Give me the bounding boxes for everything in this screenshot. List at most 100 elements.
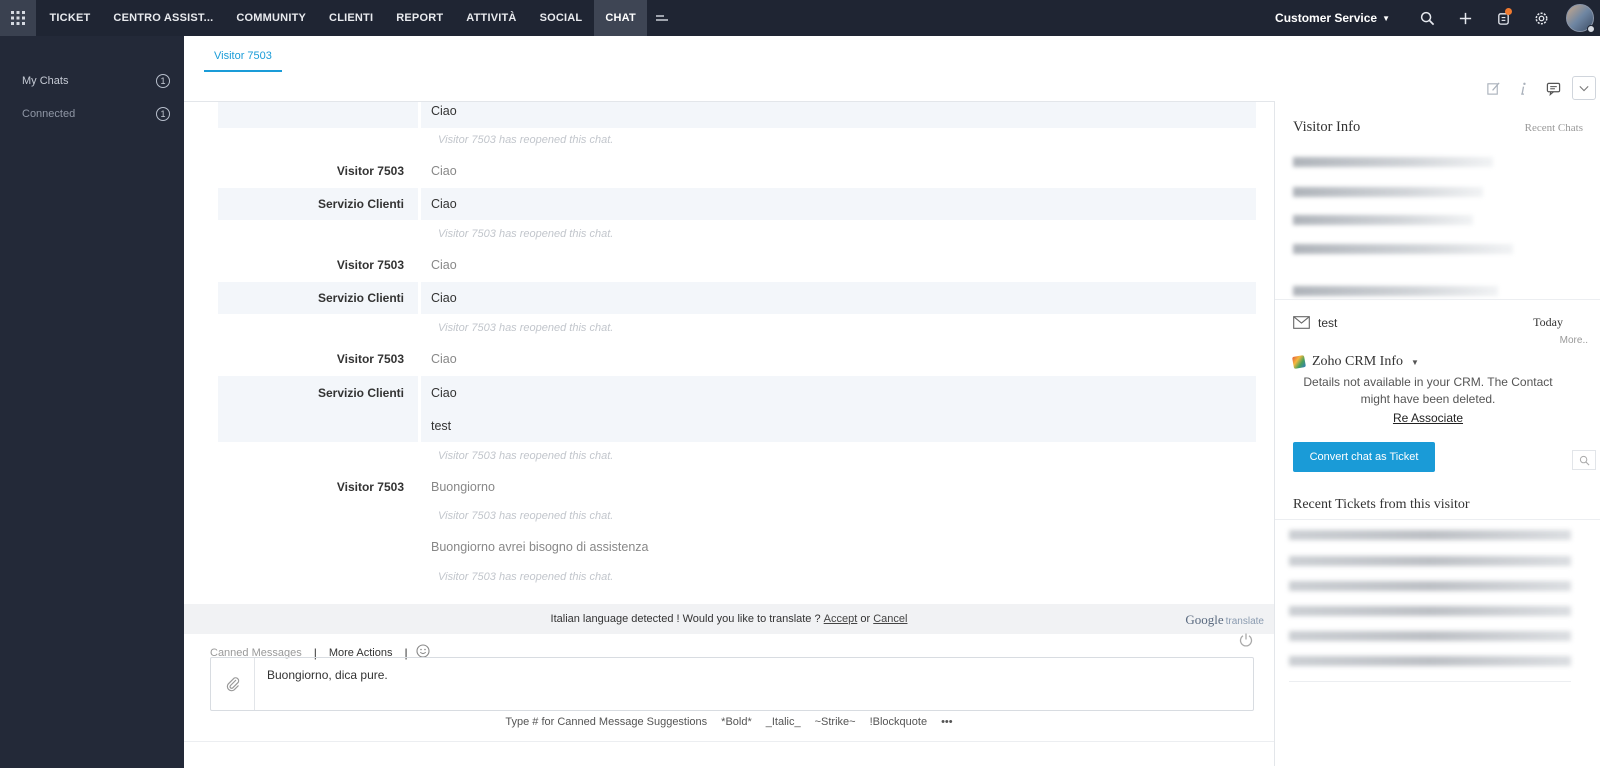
message-text: Ciao (418, 376, 1256, 409)
message-sender: Servizio Clienti (317, 385, 404, 400)
system-notice: Visitor 7503 has reopened this chat. (438, 322, 614, 334)
chat-message-row: Visitor 7503 Buongiorno (218, 472, 1256, 502)
nav-tab-activities[interactable]: ATTIVITÀ (455, 0, 528, 36)
chat-message-row: Visitor 7503 Ciao (218, 250, 1256, 280)
chevron-down-icon[interactable] (1572, 76, 1596, 100)
nav-tab-help-center[interactable]: CENTRO ASSIST... (102, 0, 225, 36)
nav-tab-chat[interactable]: CHAT (593, 0, 648, 36)
system-notice: Visitor 7503 has reopened this chat. (438, 134, 614, 146)
zoho-crm-icon (1292, 355, 1306, 369)
last-email-row[interactable]: test Today (1293, 315, 1563, 330)
convert-to-ticket-button[interactable]: Convert chat as Ticket (1293, 442, 1435, 472)
strike-hint: ~Strike~ (814, 716, 856, 728)
message-text: Ciao (418, 250, 1256, 280)
message-input[interactable]: Buongiorno, dica pure. (255, 658, 400, 710)
system-notice: Visitor 7503 has reopened this chat. (438, 571, 614, 583)
chat-message-row: Visitor 7503 Ciao (218, 156, 1256, 186)
redacted-info (1293, 286, 1498, 296)
message-sender: Servizio Clienti (317, 197, 404, 211)
recent-ticket-item[interactable] (1289, 631, 1571, 641)
user-avatar-button[interactable] (1560, 0, 1600, 36)
department-label: Customer Service (1275, 11, 1378, 25)
italic-hint: _Italic_ (765, 716, 801, 728)
plus-icon[interactable] (1446, 0, 1484, 36)
chat-toolbar (1478, 76, 1596, 100)
notification-icon[interactable] (1484, 0, 1522, 36)
chat-bubble-icon[interactable] (1538, 77, 1568, 99)
top-right-actions: Customer Service ▼ (1275, 0, 1600, 36)
crm-info-header[interactable]: Zoho CRM Info ▼ (1292, 354, 1419, 370)
translate-banner: Italian language detected ! Would you li… (184, 604, 1274, 634)
search-icon[interactable] (1408, 0, 1446, 36)
divider (1275, 299, 1600, 300)
recent-tickets-title: Recent Tickets from this visitor (1293, 497, 1470, 512)
top-navigation: TICKET CENTRO ASSIST... COMMUNITY CLIENT… (0, 0, 1600, 36)
message-sender: Visitor 7503 (336, 480, 404, 494)
edit-icon[interactable] (1478, 77, 1508, 99)
info-icon[interactable] (1508, 77, 1538, 99)
nav-tab-social[interactable]: SOCIAL (528, 0, 594, 36)
recent-chats-link[interactable]: Recent Chats (1525, 122, 1583, 134)
divider (1275, 519, 1600, 520)
sidebar-item-connected[interactable]: Connected 1 (22, 107, 170, 121)
crm-note: Details not available in your CRM. The C… (1303, 375, 1553, 406)
chat-message-row: Servizio Clienti Ciao (218, 188, 1256, 220)
bold-hint: *Bold* (721, 716, 752, 728)
google-brand: Google (1185, 612, 1224, 627)
chat-transcript: Ciao Visitor 7503 has reopened this chat… (218, 102, 1256, 640)
redacted-info (1293, 215, 1473, 225)
message-text: Buongiorno (418, 472, 1256, 502)
cancel-translate-link[interactable]: Cancel (873, 613, 907, 625)
sidebar-item-my-chats[interactable]: My Chats 1 (22, 74, 170, 88)
department-switcher[interactable]: Customer Service ▼ (1275, 11, 1390, 25)
more-formatting-button[interactable]: ••• (941, 716, 953, 728)
more-link[interactable]: More.. (1560, 335, 1588, 346)
recent-ticket-item[interactable] (1289, 656, 1571, 666)
translate-prompt: Italian language detected ! Would you li… (550, 613, 821, 625)
settings-icon[interactable] (1522, 0, 1560, 36)
mail-date: Today (1533, 315, 1563, 329)
nav-tab-ticket[interactable]: TICKET (38, 0, 102, 36)
system-notice: Visitor 7503 has reopened this chat. (438, 510, 614, 522)
google-translate-logo: Google translate (1185, 612, 1264, 628)
message-text: Ciao (418, 156, 1256, 186)
redacted-info (1293, 244, 1513, 254)
attachment-paperclip-icon[interactable] (211, 658, 255, 710)
chevron-down-icon: ▼ (1382, 14, 1390, 24)
re-associate-link[interactable]: Re Associate (1293, 411, 1563, 425)
more-menu-icon[interactable] (647, 0, 677, 36)
search-icon[interactable] (1572, 450, 1596, 470)
count-badge: 1 (156, 74, 170, 88)
visitor-info-title: Visitor Info (1293, 119, 1361, 135)
presence-status-dot (1587, 25, 1595, 33)
main-area: Visitor 7503 Ciao Visitor 7503 has reope… (184, 36, 1600, 768)
nav-tab-report[interactable]: REPORT (385, 0, 455, 36)
formatting-hints: Type # for Canned Message Suggestions *B… (184, 716, 1274, 728)
message-composer[interactable]: Buongiorno, dica pure. (210, 657, 1254, 711)
chat-message-row: Servizio Clienti Ciao (218, 282, 1256, 314)
message-text: Ciao (418, 188, 1256, 220)
tab-visitor-chat[interactable]: Visitor 7503 (204, 50, 282, 72)
recent-ticket-item[interactable] (1289, 530, 1571, 540)
recent-ticket-item[interactable] (1289, 606, 1571, 616)
divider (184, 741, 1274, 742)
message-sender: Visitor 7503 (336, 352, 404, 366)
chat-sidebar: My Chats 1 Connected 1 (0, 36, 184, 768)
message-sender: Visitor 7503 (336, 164, 404, 178)
end-chat-power-icon[interactable] (1238, 632, 1254, 653)
accept-translate-link[interactable]: Accept (824, 613, 858, 625)
mail-icon (1293, 316, 1310, 329)
nav-tab-customers[interactable]: CLIENTI (318, 0, 385, 36)
nav-tab-community[interactable]: COMMUNITY (225, 0, 318, 36)
visitor-info-panel: Visitor Info Recent Chats test Today Mor… (1274, 101, 1600, 766)
recent-ticket-item[interactable] (1289, 581, 1571, 591)
sidebar-item-label: My Chats (22, 75, 69, 87)
recent-ticket-item[interactable] (1289, 556, 1571, 566)
message-text: Ciao (418, 282, 1256, 314)
apps-grid-icon[interactable] (0, 0, 36, 36)
chat-message-row: test (218, 409, 1256, 442)
count-badge: 1 (156, 107, 170, 121)
canned-hint: Type # for Canned Message Suggestions (505, 716, 708, 728)
message-text: Buongiorno avrei bisogno di assistenza (418, 532, 1256, 562)
chat-message-row: Servizio Clienti Ciao (218, 376, 1256, 409)
